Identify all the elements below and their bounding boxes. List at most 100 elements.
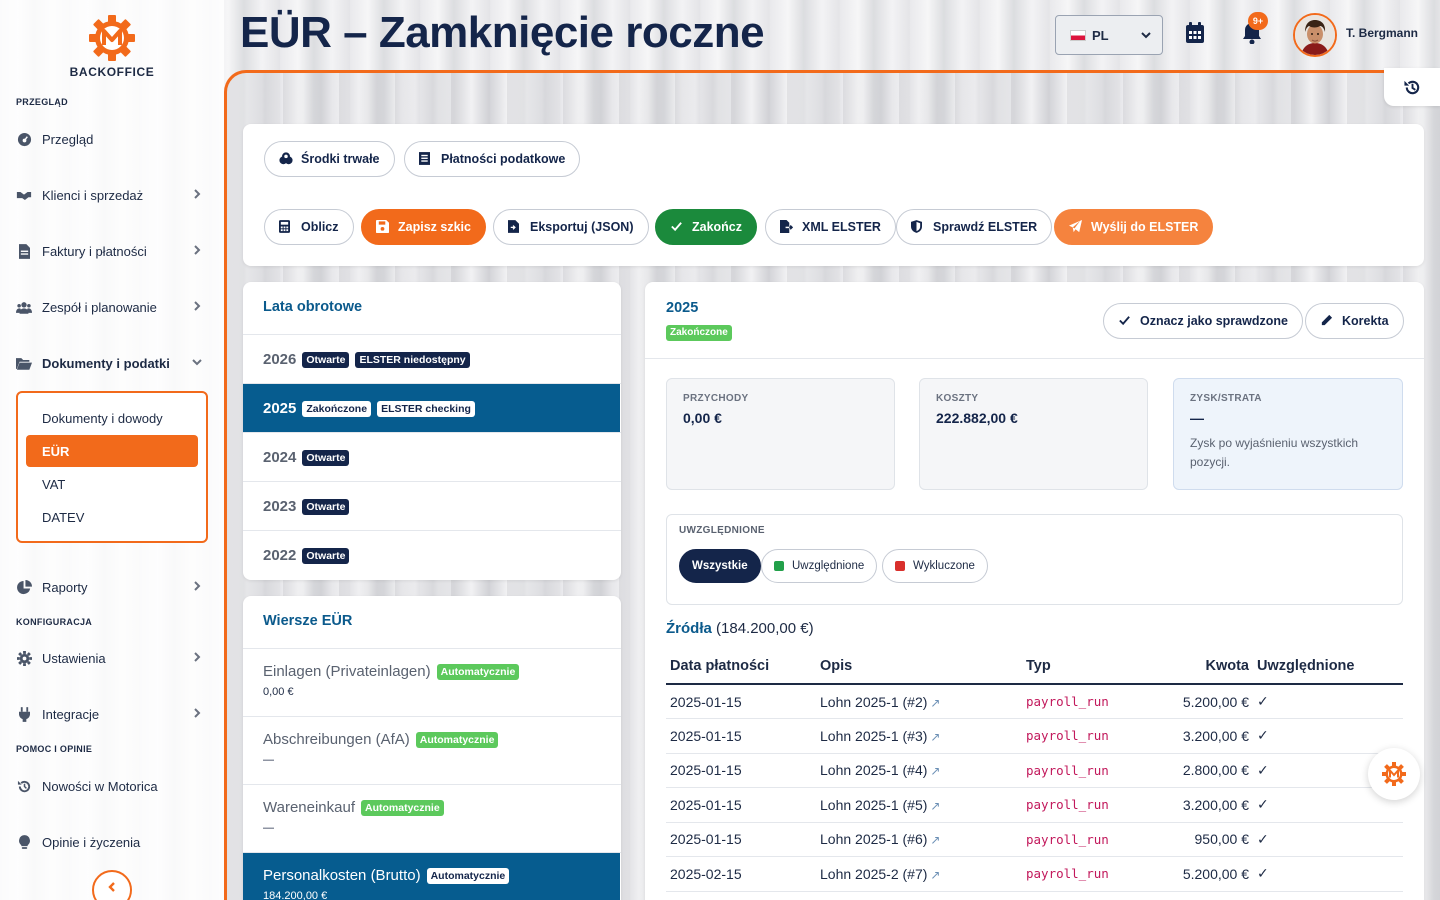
- external-link-icon[interactable]: ↗: [930, 764, 940, 778]
- motorica-logo-icon[interactable]: [86, 12, 138, 64]
- column-header[interactable]: Opis: [816, 648, 1022, 685]
- filter-included-button[interactable]: Uwzględnione: [761, 549, 878, 583]
- external-link-icon[interactable]: ↗: [930, 833, 940, 847]
- payment-date: 2025-01-15: [666, 718, 816, 754]
- nav-item-clients-sales[interactable]: Klienci i sprzedaż: [16, 182, 212, 208]
- table-row[interactable]: 2025-01-15 Lohn 2025-1 (#5) ↗ payroll_run 3.…: [666, 787, 1403, 823]
- history-button[interactable]: [1384, 68, 1440, 106]
- submenu-item-vat[interactable]: VAT: [26, 468, 198, 500]
- external-link-icon[interactable]: ↗: [930, 868, 940, 882]
- assistant-fab-button[interactable]: [1368, 748, 1420, 800]
- eur-line-value: —: [263, 754, 274, 766]
- column-header[interactable]: Uwzględnione: [1253, 648, 1403, 685]
- external-link-icon[interactable]: ↗: [930, 730, 940, 744]
- calendar-icon[interactable]: [1185, 22, 1207, 46]
- sidebar: BACKOFFICE PRZEGLĄD Przegląd Klienci i s…: [0, 0, 224, 900]
- fiscal-year-row[interactable]: 2024 Otwarte: [243, 433, 620, 482]
- xml-elster-button[interactable]: XML ELSTER: [765, 209, 896, 245]
- nav-item-label: Integracje: [42, 706, 100, 722]
- shield-icon: [911, 220, 925, 234]
- tax-payments-button[interactable]: Płatności podatkowe: [404, 141, 581, 177]
- included-filter: UWZGLĘDNIONE Wszystkie Uwzględnione Wykl…: [666, 514, 1403, 605]
- export-json-button[interactable]: Eksportuj (JSON): [493, 209, 649, 245]
- chevron-right-icon: [190, 706, 204, 720]
- history-icon: [1403, 80, 1419, 94]
- fiscal-year-row[interactable]: 2026 Otwarte ELSTER niedostępny: [243, 335, 620, 384]
- description-cell[interactable]: Lohn 2025-1 (#4) ↗: [816, 753, 1022, 788]
- save-draft-button[interactable]: Zapisz szkic: [361, 209, 486, 245]
- type-cell: payroll_run: [1022, 822, 1132, 857]
- filter-excluded-button[interactable]: Wykluczone: [882, 549, 988, 583]
- submenu-item-eur[interactable]: EÜR: [26, 435, 198, 467]
- fiscal-year-row[interactable]: 2023 Otwarte: [243, 482, 620, 531]
- amount-cell: 3.200,00 €: [1132, 718, 1253, 754]
- mark-checked-button[interactable]: Oznacz jako sprawdzone: [1103, 303, 1303, 339]
- description-cell[interactable]: Lohn 2025-1 (#2) ↗: [816, 684, 1022, 719]
- filter-all-button[interactable]: Wszystkie: [679, 549, 761, 583]
- eur-line-row[interactable]: Wareneinkauf Automatycznie —: [243, 785, 620, 853]
- finish-button[interactable]: Zakończ: [655, 209, 758, 245]
- table-row[interactable]: 2025-01-15 Lohn 2025-1 (#4) ↗ payroll_run 2.…: [666, 753, 1403, 788]
- nav-item-reports[interactable]: Raporty: [16, 574, 212, 600]
- fixed-assets-button[interactable]: Środki trwałe: [264, 141, 395, 177]
- fiscal-year-label: 2023: [263, 498, 297, 515]
- language-select[interactable]: PL: [1055, 15, 1163, 55]
- motorica-gear-icon: [1382, 762, 1406, 786]
- green-square-icon: [774, 561, 784, 571]
- nav-item-invoices-payments[interactable]: Faktury i płatności: [16, 238, 212, 264]
- external-link-icon[interactable]: ↗: [930, 696, 940, 710]
- calculate-button[interactable]: Oblicz: [264, 209, 354, 245]
- handshake-icon: [16, 187, 32, 203]
- submenu-documents-taxes: Dokumenty i dowody EÜR VAT DATEV: [16, 391, 208, 543]
- stat-card-profit-loss: ZYSK/STRATA — Zysk po wyjaśnieniu wszyst…: [1173, 378, 1403, 490]
- eur-line-row[interactable]: Einlagen (Privateinlagen) Automatycznie 0,…: [243, 649, 620, 717]
- nav-item-integrations[interactable]: Integracje: [16, 701, 212, 727]
- eur-line-label: Abschreibungen (AfA): [263, 731, 410, 748]
- external-link-icon[interactable]: ↗: [930, 799, 940, 813]
- payment-date: 2025-01-15: [666, 753, 816, 788]
- send-to-elster-button[interactable]: Wyślij do ELSTER: [1054, 209, 1214, 245]
- status-badge: Otwarte: [302, 498, 350, 515]
- eur-line-row[interactable]: Personalkosten (Brutto) Automatycznie 184.…: [243, 853, 620, 900]
- collapse-sidebar-button[interactable]: [92, 870, 132, 900]
- nav-item-label: Klienci i sprzedaż: [42, 187, 144, 203]
- fiscal-year-row[interactable]: 2022 Otwarte: [243, 531, 620, 580]
- submenu-item-datev[interactable]: DATEV: [26, 501, 198, 533]
- sources-title: Źródła (184.200,00 €): [666, 620, 814, 637]
- submenu-item-documents[interactable]: Dokumenty i dowody: [26, 402, 198, 434]
- description-cell[interactable]: Lohn 2025-1 (#5) ↗: [816, 787, 1022, 823]
- description-cell[interactable]: Lohn 2025-1 (#3) ↗: [816, 718, 1022, 754]
- table-row[interactable]: 2025-01-15 Lohn 2025-1 (#3) ↗ payroll_run 3.…: [666, 718, 1403, 754]
- nav-item-settings[interactable]: Ustawienia: [16, 645, 212, 671]
- table-row[interactable]: 2025-02-15 Lohn 2025-2 (#7) ↗ payroll_run 5.…: [666, 856, 1403, 892]
- history-icon: [16, 778, 32, 794]
- plug-icon: [16, 706, 32, 722]
- check-icon: [1118, 314, 1132, 328]
- nav-item-team-planning[interactable]: Zespół i planowanie: [16, 294, 212, 320]
- eur-line-row[interactable]: Abschreibungen (AfA) Automatycznie —: [243, 717, 620, 785]
- column-header[interactable]: Data płatności: [666, 648, 816, 685]
- correction-button[interactable]: Korekta: [1305, 303, 1404, 339]
- column-header[interactable]: Kwota: [1132, 648, 1253, 685]
- nav-item-documents-taxes[interactable]: Dokumenty i podatki: [16, 350, 212, 376]
- user-name[interactable]: T. Bergmann: [1346, 26, 1418, 40]
- nav-item-whats-new[interactable]: Nowości w Motorica: [16, 773, 212, 799]
- nav-item-feedback[interactable]: Opinie i życzenia: [16, 829, 212, 855]
- table-row[interactable]: 2025-01-15 Lohn 2025-1 (#6) ↗ payroll_run 95…: [666, 822, 1403, 857]
- table-row[interactable]: 2025-01-15 Lohn 2025-1 (#2) ↗ payroll_run 5.…: [666, 684, 1403, 719]
- calculator-icon: [279, 220, 293, 234]
- status-badge: Zakończone: [302, 400, 372, 417]
- auto-badge: Automatycznie: [426, 867, 510, 884]
- nav-item-overview[interactable]: Przegląd: [16, 126, 212, 152]
- fiscal-year-row[interactable]: 2025 Zakończone ELSTER checking: [243, 384, 620, 433]
- page-title: EÜR – Zamknięcie roczne: [240, 8, 765, 57]
- description-cell[interactable]: Lohn 2025-2 (#7) ↗: [816, 856, 1022, 892]
- avatar[interactable]: [1293, 13, 1337, 57]
- description-cell[interactable]: Lohn 2025-1 (#6) ↗: [816, 822, 1022, 857]
- section-title-config: KONFIGURACJA: [16, 617, 93, 627]
- check-elster-button[interactable]: Sprawdź ELSTER: [896, 209, 1053, 245]
- column-header[interactable]: Typ: [1022, 648, 1132, 685]
- file-export-icon: [508, 220, 522, 234]
- eur-line-label: Wareneinkauf: [263, 799, 355, 816]
- amount-cell: 950,00 €: [1132, 822, 1253, 857]
